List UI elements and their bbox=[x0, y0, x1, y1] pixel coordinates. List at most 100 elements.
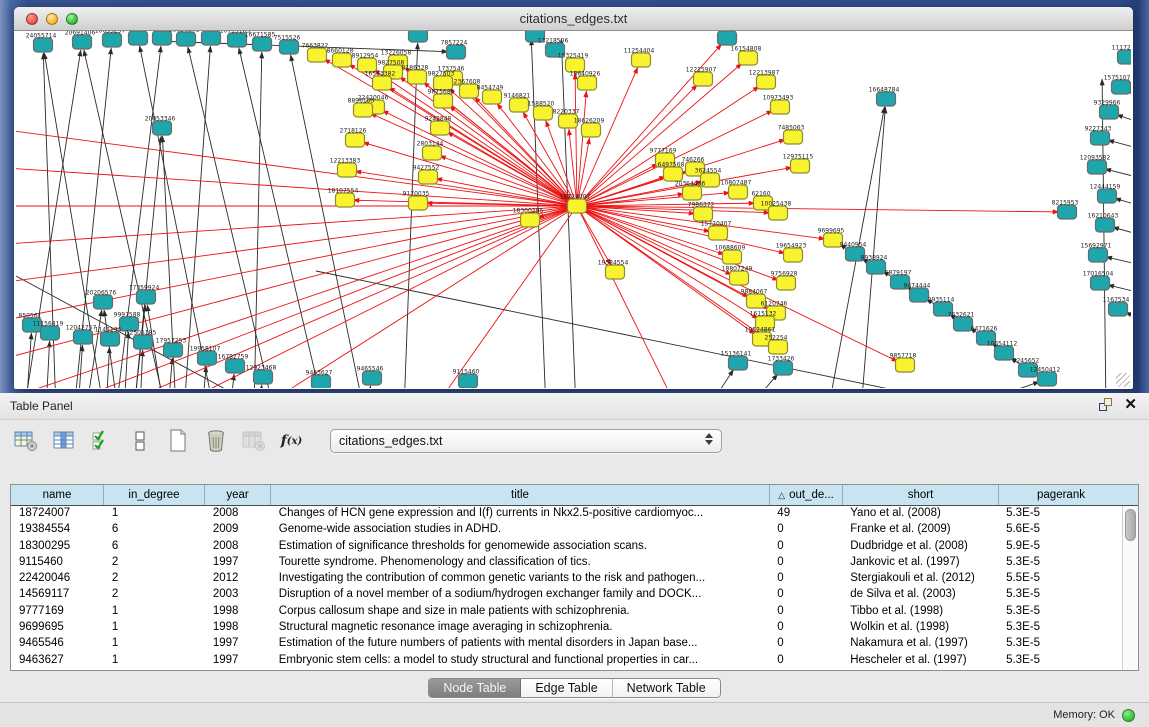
citation-edge-black[interactable] bbox=[316, 271, 988, 388]
table-scrollbar[interactable] bbox=[1122, 506, 1138, 670]
graph-node-yellow[interactable] bbox=[784, 248, 803, 262]
graph-node-teal[interactable] bbox=[228, 33, 247, 47]
graph-node-yellow[interactable] bbox=[521, 213, 540, 227]
graph-node-teal[interactable] bbox=[867, 260, 886, 274]
graph-node-yellow[interactable] bbox=[510, 98, 529, 112]
table-settings-icon[interactable] bbox=[12, 428, 39, 455]
graph-node-teal[interactable] bbox=[41, 326, 60, 340]
table-row[interactable]: 1456911722003Disruption of a novel membe… bbox=[11, 587, 1122, 603]
graph-node-yellow[interactable] bbox=[373, 76, 392, 90]
graph-node-teal[interactable] bbox=[177, 32, 196, 46]
citation-edge-black[interactable] bbox=[184, 46, 210, 388]
graph-node-teal[interactable] bbox=[910, 288, 929, 302]
graph-node-yellow[interactable] bbox=[683, 186, 702, 200]
scrollbar-thumb[interactable] bbox=[1125, 509, 1136, 541]
graph-node-yellow[interactable] bbox=[771, 100, 790, 114]
graph-node-yellow[interactable] bbox=[694, 72, 713, 86]
resize-grip[interactable] bbox=[1116, 373, 1130, 387]
graph-node-yellow[interactable] bbox=[346, 133, 365, 147]
graph-node-teal[interactable] bbox=[718, 31, 737, 45]
graph-node-yellow[interactable] bbox=[419, 170, 438, 184]
graph-node-teal[interactable] bbox=[1038, 372, 1057, 386]
graph-node-teal[interactable] bbox=[363, 371, 382, 385]
citation-edge-black[interactable] bbox=[1108, 140, 1131, 149]
graph-node-yellow[interactable] bbox=[729, 185, 748, 199]
citation-edge-black[interactable] bbox=[366, 386, 371, 388]
citation-edge-black[interactable] bbox=[706, 370, 734, 388]
graph-node-teal[interactable] bbox=[73, 35, 92, 49]
graph-node-yellow[interactable] bbox=[664, 167, 683, 181]
graph-node-teal[interactable] bbox=[1100, 105, 1119, 119]
table-row[interactable]: 911546021997Tourette syndrome. Phenomeno… bbox=[11, 555, 1122, 571]
delete-table-icon[interactable] bbox=[202, 428, 229, 455]
network-window-titlebar[interactable]: citations_edges.txt bbox=[14, 7, 1133, 31]
tab-network-table[interactable]: Network Table bbox=[613, 679, 720, 697]
citation-edge-red[interactable] bbox=[449, 106, 577, 206]
table-row[interactable]: 969969511998Structural magnetic resonanc… bbox=[11, 620, 1122, 636]
table-row[interactable]: 2242004622012Investigating the contribut… bbox=[11, 571, 1122, 587]
graph-node-teal[interactable] bbox=[409, 31, 428, 42]
graph-node-yellow[interactable] bbox=[777, 276, 796, 290]
graph-node-teal[interactable] bbox=[312, 375, 331, 388]
citation-edge-black[interactable] bbox=[258, 385, 262, 388]
table-selector-dropdown[interactable]: citations_edges.txt bbox=[330, 429, 722, 453]
graph-node-teal[interactable] bbox=[1089, 248, 1108, 262]
graph-node-teal[interactable] bbox=[729, 356, 748, 370]
graph-node-yellow[interactable] bbox=[769, 340, 788, 354]
graph-node-yellow[interactable] bbox=[431, 121, 450, 135]
graph-node-teal[interactable] bbox=[1109, 302, 1128, 316]
citation-edge-black[interactable] bbox=[140, 350, 143, 388]
citation-edge-black[interactable] bbox=[1115, 198, 1131, 206]
citation-edge-black[interactable] bbox=[1105, 169, 1131, 178]
column-header-short[interactable]: short bbox=[843, 485, 999, 505]
select-all-icon[interactable] bbox=[88, 428, 115, 455]
citation-edge-red[interactable] bbox=[263, 206, 577, 388]
graph-node-teal[interactable] bbox=[1096, 218, 1115, 232]
column-header-outde[interactable]: △out_de... bbox=[770, 485, 843, 505]
graph-node-teal[interactable] bbox=[74, 330, 93, 344]
tab-node-table[interactable]: Node Table bbox=[429, 679, 521, 697]
citation-edge-black[interactable] bbox=[1113, 227, 1131, 235]
graph-node-yellow[interactable] bbox=[730, 271, 749, 285]
citation-edge-red[interactable] bbox=[16, 127, 577, 206]
graph-node-yellow[interactable] bbox=[791, 159, 810, 173]
citation-edge-black[interactable] bbox=[254, 52, 262, 388]
import-table-icon[interactable] bbox=[240, 428, 267, 455]
graph-node-yellow[interactable] bbox=[483, 90, 502, 104]
citation-edge-black[interactable] bbox=[956, 382, 1039, 388]
column-header-pagerank[interactable]: pagerank bbox=[999, 485, 1123, 505]
graph-node-teal[interactable] bbox=[129, 31, 148, 45]
close-window-button[interactable] bbox=[26, 13, 38, 25]
graph-node-teal[interactable] bbox=[280, 40, 299, 54]
citation-edge-black[interactable] bbox=[239, 48, 324, 388]
graph-node-yellow[interactable] bbox=[896, 358, 915, 372]
graph-node-teal[interactable] bbox=[1091, 276, 1110, 290]
graph-node-yellow[interactable] bbox=[333, 53, 352, 67]
graph-node-yellow[interactable] bbox=[582, 123, 601, 137]
graph-node-teal[interactable] bbox=[774, 361, 793, 375]
graph-node-teal[interactable] bbox=[1091, 131, 1110, 145]
graph-node-yellow[interactable] bbox=[308, 48, 327, 62]
network-window[interactable]: citations_edges.txt 24055714206914061065… bbox=[14, 7, 1133, 389]
new-table-icon[interactable] bbox=[164, 428, 191, 455]
column-header-year[interactable]: year bbox=[205, 485, 271, 505]
graph-node-yellow[interactable] bbox=[338, 163, 357, 177]
function-icon[interactable]: f(x) bbox=[278, 428, 305, 455]
graph-node-teal[interactable] bbox=[94, 295, 113, 309]
citation-edge-black[interactable] bbox=[104, 310, 118, 388]
table-row[interactable]: 1830029562008Estimation of significance … bbox=[11, 539, 1122, 555]
graph-node-yellow[interactable] bbox=[409, 196, 428, 210]
graph-node-yellow[interactable] bbox=[632, 53, 651, 67]
graph-node-yellow[interactable] bbox=[578, 76, 597, 90]
citation-edge-red[interactable] bbox=[53, 206, 577, 388]
graph-node-yellow[interactable] bbox=[336, 193, 355, 207]
graph-node-yellow[interactable] bbox=[606, 265, 625, 279]
graph-node-teal[interactable] bbox=[1112, 80, 1131, 94]
graph-node-teal[interactable] bbox=[34, 38, 53, 52]
citation-edge-black[interactable] bbox=[106, 347, 110, 388]
graph-node-teal[interactable] bbox=[226, 359, 245, 373]
graph-node-yellow[interactable] bbox=[434, 94, 453, 108]
graph-node-yellow[interactable] bbox=[694, 207, 713, 221]
citation-edge-red[interactable] bbox=[16, 167, 577, 206]
graph-node-teal[interactable] bbox=[447, 45, 466, 59]
